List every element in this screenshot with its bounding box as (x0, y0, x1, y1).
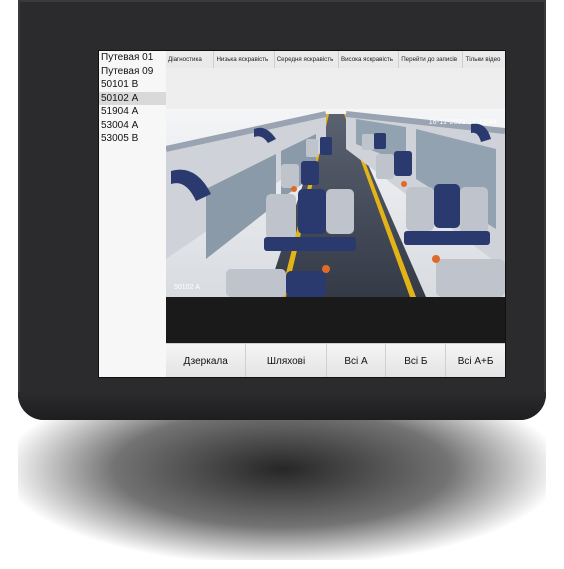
camera-list-item[interactable]: Путевая 09 (99, 65, 166, 79)
screen: Путевая 01 Путевая 09 50101 В 50102 А 51… (98, 50, 506, 378)
video-timestamp: 16-11-2021 14:12:44 (428, 119, 497, 126)
device-shadow (18, 420, 546, 560)
tab-video-only[interactable]: Тільки відео (463, 51, 505, 68)
camera-list-item[interactable]: 53004 А (99, 119, 166, 133)
all-a-button[interactable]: Всі А (326, 344, 387, 377)
track-cameras-button[interactable]: Шляхові (246, 344, 327, 377)
tab-diagnostics[interactable]: Діагностика (166, 51, 215, 68)
toolbar-tabs: Діагностика Низька яскравість Середня яс… (166, 51, 505, 69)
video-camera-label: 50102 А (174, 284, 201, 291)
tab-high-brightness[interactable]: Висока яскравість (339, 51, 400, 68)
all-b-button[interactable]: Всі Б (386, 344, 447, 377)
camera-list-item[interactable]: Путевая 01 (99, 51, 166, 65)
camera-list-item-selected[interactable]: 50102 А (99, 91, 166, 105)
all-a-b-button[interactable]: Всі А+Б (446, 344, 505, 377)
camera-list-item[interactable]: 53005 В (99, 132, 166, 146)
device-bezel: Путевая 01 Путевая 09 50101 В 50102 А 51… (18, 0, 546, 420)
camera-list-item[interactable]: 50101 В (99, 78, 166, 92)
mirrors-button[interactable]: Дзеркала (166, 344, 247, 377)
video-feed[interactable]: 16-11-2021 14:12:44 50102 А (166, 109, 505, 297)
tab-go-to-recordings[interactable]: Перейти до записів (399, 51, 464, 68)
camera-list-item[interactable]: 51904 А (99, 105, 166, 119)
tab-medium-brightness[interactable]: Середня яскравість (275, 51, 339, 68)
camera-list: Путевая 01 Путевая 09 50101 В 50102 А 51… (99, 51, 167, 377)
video-bottom-area (166, 297, 505, 343)
video-top-area (166, 68, 505, 109)
train-interior-image (166, 109, 505, 297)
camera-group-buttons: Дзеркала Шляхові Всі А Всі Б Всі А+Б (166, 343, 505, 377)
tab-low-brightness[interactable]: Низька яскравість (214, 51, 275, 68)
